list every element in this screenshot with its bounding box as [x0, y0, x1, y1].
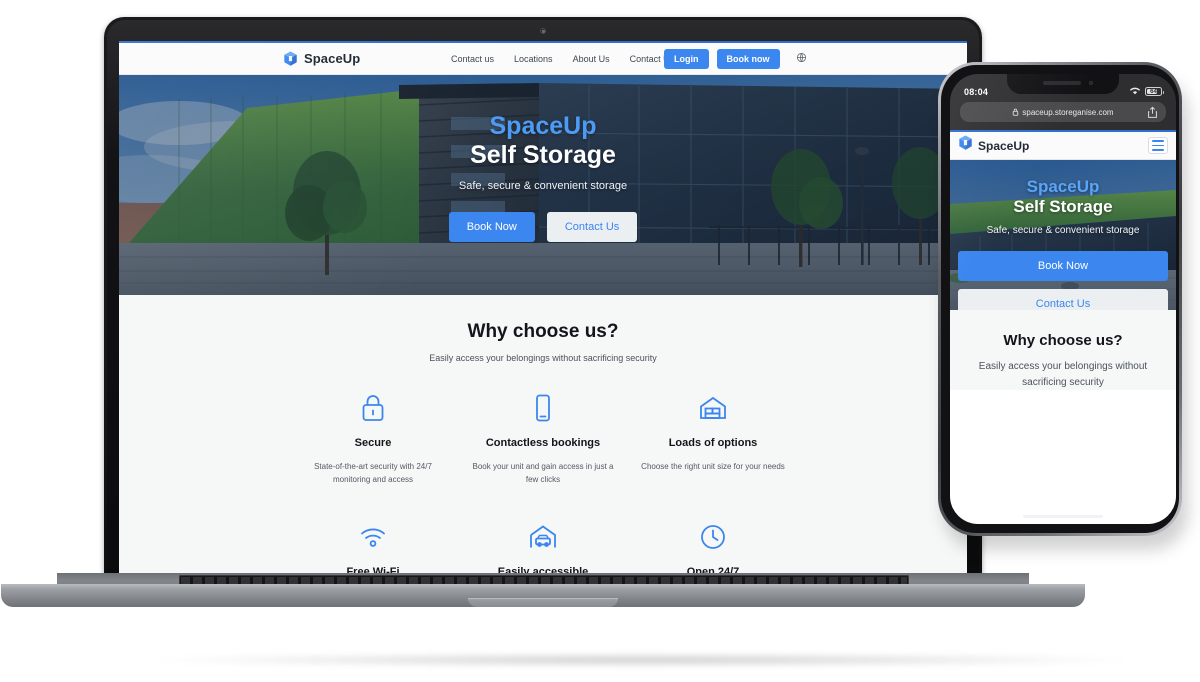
nav-link-about-us[interactable]: About Us	[573, 54, 610, 64]
hero-brand-line: SpaceUp	[489, 112, 597, 140]
mobile-book-now-button[interactable]: Book Now	[958, 251, 1168, 281]
globe-icon[interactable]	[796, 50, 807, 68]
mobile-site-logo-text: SpaceUp	[978, 138, 1030, 153]
mobile-site-logo[interactable]: SpaceUp	[958, 135, 1029, 156]
feature-name: Secure	[354, 437, 392, 449]
garage-car-icon	[466, 520, 620, 554]
nav-link-locations[interactable]: Locations	[514, 54, 553, 64]
lock-icon	[296, 391, 450, 425]
feature-name: Contactless bookings	[485, 437, 601, 449]
battery-percent: 64	[1150, 88, 1157, 95]
menu-line	[1152, 144, 1164, 147]
hero-content: SpaceUp Self Storage Safe, secure & conv…	[119, 75, 967, 295]
hamburger-menu-icon[interactable]	[1148, 137, 1168, 154]
feature-secure: Secure State-of-the-art security with 24…	[288, 391, 458, 486]
mobile-hero-buttons: Book Now Contact Us	[958, 251, 1168, 310]
laptop-base-notch	[468, 598, 618, 607]
hero-subtitle: Safe, secure & convenient storage	[458, 180, 628, 193]
keyboard-keys	[181, 577, 907, 584]
mobile-webpage: SpaceUp SpaceUp Self Storage Safe, secur…	[950, 130, 1176, 524]
feature-name: Loads of options	[668, 437, 758, 449]
site-logo-text: SpaceUp	[304, 51, 361, 66]
share-icon[interactable]	[1147, 106, 1158, 124]
laptop-shadow	[152, 653, 1132, 667]
warehouse-units-icon	[636, 391, 790, 425]
mobile-navbar: SpaceUp	[950, 132, 1176, 160]
hero-contact-us-button[interactable]: Contact Us	[546, 212, 638, 243]
site-navbar: SpaceUp Contact us Locations About Us Co…	[119, 43, 967, 75]
features-row-1: Secure State-of-the-art security with 24…	[119, 391, 967, 486]
webcam-icon	[540, 28, 546, 34]
phone-notch	[1007, 74, 1119, 94]
url-input[interactable]: spaceup.storeganise.com	[960, 102, 1166, 122]
laptop-lid: SpaceUp Contact us Locations About Us Co…	[104, 17, 982, 590]
status-indicators: 64	[1129, 86, 1164, 97]
phone-mockup: 08:04 64 spaceup.storeganise.com SpaceUp…	[938, 62, 1188, 550]
menu-line	[1152, 148, 1164, 151]
nav-link-contact-us-1[interactable]: Contact us	[451, 54, 494, 64]
home-indicator[interactable]	[1023, 514, 1103, 518]
front-camera-icon	[1089, 81, 1093, 85]
cube-icon	[958, 135, 973, 156]
mobile-phone-icon	[466, 391, 620, 425]
hero-section: SpaceUp Self Storage Safe, secure & conv…	[119, 75, 967, 295]
feature-loads-of-options: Loads of options Choose the right unit s…	[628, 391, 798, 486]
feature-description: Book your unit and gain access in just a…	[472, 462, 614, 485]
hero-title: Self Storage	[470, 140, 616, 169]
mobile-hero-brand-line: SpaceUp	[1026, 177, 1100, 196]
wifi-icon	[1129, 86, 1141, 97]
mobile-hero-section: SpaceUp Self Storage Safe, secure & conv…	[950, 160, 1176, 310]
book-now-button[interactable]: Book now	[716, 48, 780, 69]
phone-screen: 08:04 64 spaceup.storeganise.com SpaceUp…	[950, 74, 1176, 524]
why-choose-us-subtitle: Easily access your belongings without sa…	[429, 353, 657, 363]
nav-actions: Login Book now	[664, 48, 807, 69]
why-choose-us-section: Why choose us? Easily access your belong…	[119, 295, 967, 583]
mobile-why-choose-us-title: Why choose us?	[1003, 332, 1123, 349]
mobile-contact-us-button[interactable]: Contact Us	[958, 289, 1168, 310]
cube-icon	[283, 51, 298, 67]
laptop-screen: SpaceUp Contact us Locations About Us Co…	[119, 41, 967, 583]
wifi-icon	[296, 520, 450, 554]
laptop-mockup: SpaceUp Contact us Locations About Us Co…	[1, 17, 1132, 667]
menu-line	[1152, 140, 1164, 143]
laptop-base	[1, 584, 1085, 607]
site-logo[interactable]: SpaceUp	[283, 51, 360, 67]
earpiece-speaker-icon	[1043, 81, 1081, 85]
mobile-hero-subtitle: Safe, secure & convenient storage	[986, 225, 1140, 236]
feature-description: State-of-the-art security with 24/7 moni…	[314, 462, 432, 485]
feature-description: Choose the right unit size for your need…	[641, 462, 785, 471]
screenshot-stage: SpaceUp Contact us Locations About Us Co…	[0, 0, 1200, 682]
nav-links: Contact us Locations About Us Contact Us	[451, 54, 674, 64]
phone-body: 08:04 64 spaceup.storeganise.com SpaceUp…	[941, 65, 1179, 533]
browser-url-bar: spaceup.storeganise.com	[950, 100, 1176, 130]
battery-icon: 64	[1145, 87, 1164, 96]
phone-frame: 08:04 64 spaceup.storeganise.com SpaceUp…	[938, 62, 1182, 536]
url-text: spaceup.storeganise.com	[1022, 107, 1114, 117]
feature-contactless-bookings: Contactless bookings Book your unit and …	[458, 391, 628, 486]
hero-book-now-button[interactable]: Book Now	[448, 212, 535, 243]
hero-buttons: Book Now Contact Us	[448, 212, 638, 243]
status-time: 08:04	[964, 87, 989, 97]
features-grid: Secure State-of-the-art security with 24…	[119, 391, 967, 583]
login-button[interactable]: Login	[664, 48, 709, 69]
why-choose-us-title: Why choose us?	[467, 321, 619, 342]
mobile-why-choose-us-section: Why choose us? Easily access your belong…	[950, 310, 1176, 390]
lock-icon	[1012, 108, 1019, 116]
mobile-why-choose-us-subtitle: Easily access your belongings without sa…	[978, 361, 1148, 388]
clock-icon	[636, 520, 790, 554]
mobile-hero-title: Self Storage	[1013, 197, 1113, 216]
